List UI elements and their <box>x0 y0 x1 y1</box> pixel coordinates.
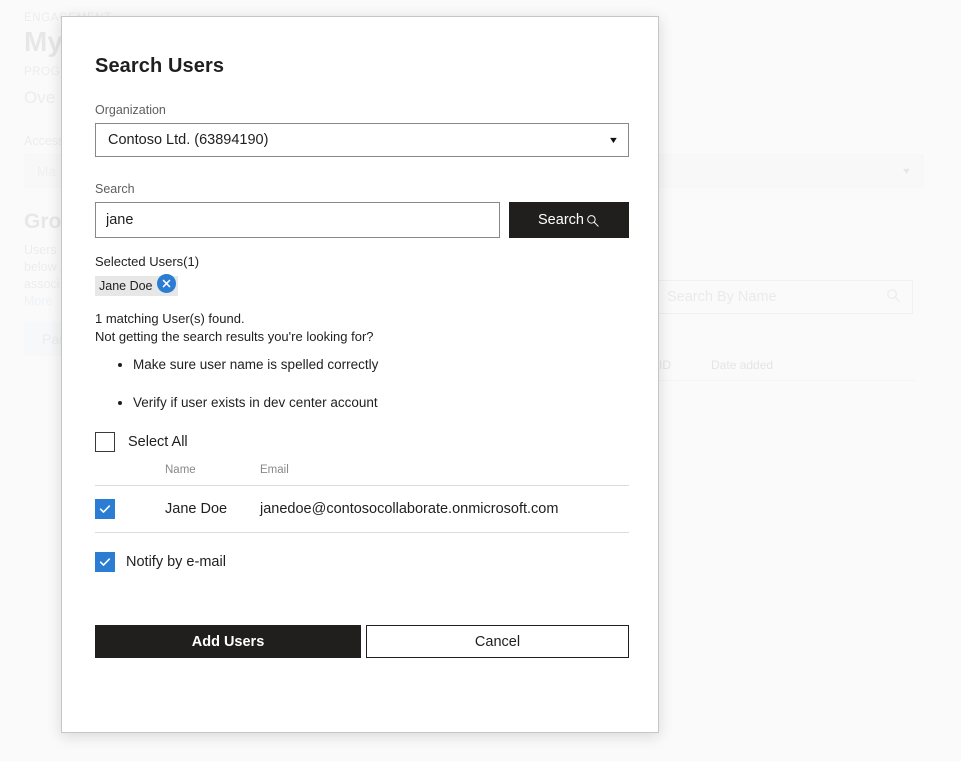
organization-select[interactable]: Contoso Ltd. (63894190) ▼ <box>95 123 629 157</box>
select-all-checkbox[interactable] <box>95 432 115 452</box>
notify-by-email-label: Notify by e-mail <box>126 554 226 570</box>
no-results-prompt: Not getting the search results you're lo… <box>95 329 374 344</box>
dialog-footer: Add Users Cancel <box>95 625 629 658</box>
row-checkbox[interactable] <box>95 499 115 519</box>
table-divider-bottom <box>95 532 629 533</box>
organization-selected-value: Contoso Ltd. (63894190) <box>108 132 269 148</box>
notify-by-email-row[interactable]: Notify by e-mail <box>95 552 625 572</box>
search-hints-list: Make sure user name is spelled correctly… <box>95 356 625 411</box>
notify-by-email-checkbox[interactable] <box>95 552 115 572</box>
users-table-header: Name Email <box>95 464 629 485</box>
search-button[interactable]: Search <box>509 202 629 238</box>
add-users-button[interactable]: Add Users <box>95 625 361 658</box>
column-header-email: Email <box>260 464 289 476</box>
column-header-name: Name <box>165 464 196 476</box>
search-label: Search <box>95 182 135 196</box>
list-item: Make sure user name is spelled correctly <box>133 356 625 373</box>
row-email: janedoe@contosocollaborate.onmicrosoft.c… <box>260 501 559 517</box>
chevron-down-icon: ▼ <box>607 134 620 145</box>
dialog-title: Search Users <box>95 55 225 77</box>
table-row[interactable]: Jane Doe janedoe@contosocollaborate.onmi… <box>95 486 629 532</box>
selected-user-chip: Jane Doe <box>95 273 178 296</box>
header-checkbox-spacer <box>95 464 165 476</box>
select-all-row[interactable]: Select All <box>95 432 625 452</box>
close-circle-icon[interactable] <box>156 273 176 293</box>
match-count-text: 1 matching User(s) found. <box>95 311 245 326</box>
search-row: Search <box>95 202 629 238</box>
users-table: Name Email Jane Doe janedoe@contosocolla… <box>95 464 629 533</box>
search-users-dialog: Search Users Organization Contoso Ltd. (… <box>61 16 659 733</box>
cancel-button[interactable]: Cancel <box>366 625 629 658</box>
selected-users-label: Selected Users(1) <box>95 254 200 269</box>
list-item: Verify if user exists in dev center acco… <box>133 394 625 411</box>
row-checkbox-cell <box>95 499 165 519</box>
selected-user-chip-label: Jane Doe <box>99 279 153 293</box>
row-name: Jane Doe <box>165 501 228 517</box>
search-input[interactable] <box>95 202 500 238</box>
search-icon <box>586 214 600 228</box>
organization-label: Organization <box>95 103 166 117</box>
select-all-label: Select All <box>128 434 188 450</box>
search-button-label: Search <box>538 212 584 228</box>
